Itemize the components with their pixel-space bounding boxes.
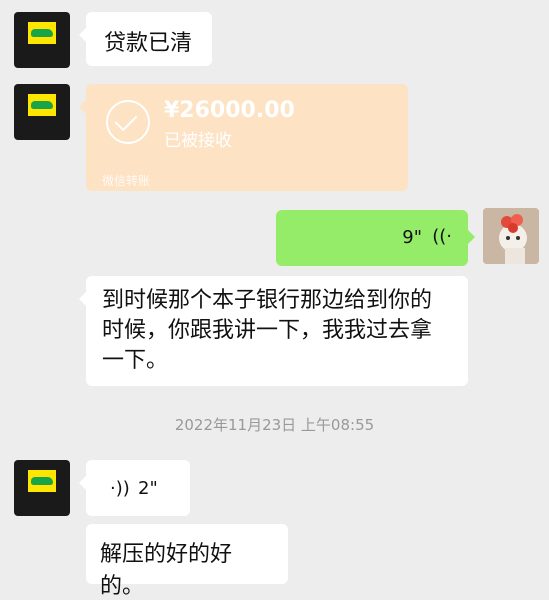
voice-duration: 9" — [402, 227, 422, 248]
car-logo-icon — [28, 470, 56, 492]
message-text: 贷款已清 — [104, 31, 193, 56]
voice-message-bubble[interactable]: 9" ((· — [276, 210, 475, 266]
message-text: 到时候那个本子银行那边给到你的时候，你跟我讲一下，我我过去拿一下。 — [102, 288, 433, 373]
check-circle-icon — [106, 100, 150, 144]
message-bubble[interactable]: 贷款已清 — [79, 12, 212, 66]
voice-duration: 2" — [138, 478, 158, 499]
chat-timestamp: 2022年11月23日 上午08:55 — [174, 416, 375, 434]
car-logo-icon — [28, 94, 56, 116]
voice-wave-icon: ((· — [432, 226, 452, 247]
voice-message-bubble[interactable]: ·)) 2" — [79, 460, 190, 516]
voice-wave-icon: ·)) — [110, 478, 130, 499]
transfer-card[interactable]: ¥26000.00 已被接收 微信转账 — [79, 84, 408, 191]
self-avatar[interactable] — [483, 208, 539, 264]
cat-avatar-icon — [483, 208, 539, 264]
transfer-status: 已被接收 — [164, 131, 232, 151]
contact-avatar[interactable] — [14, 460, 70, 516]
message-bubble[interactable]: 解压的好的好的。 — [86, 524, 288, 599]
message-bubble[interactable]: 到时候那个本子银行那边给到你的时候，你跟我讲一下，我我过去拿一下。 — [79, 276, 468, 386]
contact-avatar[interactable] — [14, 84, 70, 140]
transfer-amount: ¥26000.00 — [164, 98, 295, 123]
message-text: 解压的好的好的。 — [100, 542, 233, 599]
transfer-source: 微信转账 — [102, 174, 151, 188]
contact-avatar[interactable] — [14, 12, 70, 68]
car-logo-icon — [28, 22, 56, 44]
